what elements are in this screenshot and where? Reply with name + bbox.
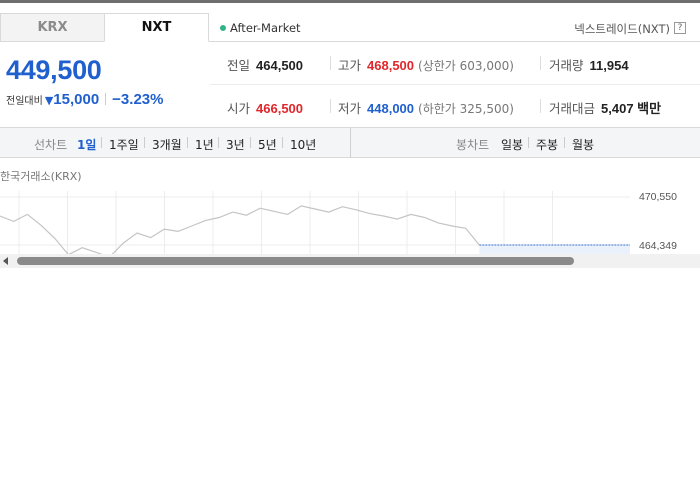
period-10y[interactable]: 10년 (290, 136, 316, 153)
tab-nxt[interactable]: NXT (104, 13, 209, 42)
upper-limit-label: 상한가 (422, 59, 456, 73)
help-icon[interactable]: ? (674, 22, 686, 34)
stat-trade-amount: 거래대금 5,407 백만 (549, 98, 661, 117)
session-label: After-Market (230, 21, 301, 35)
divider (330, 56, 331, 70)
chart-title: 한국거래소(KRX) (0, 170, 82, 183)
stat-open: 시가 466,500 (227, 98, 303, 117)
change-row: 전일대비 ▼15,000 −3.23% (6, 91, 163, 108)
divider (105, 93, 107, 105)
period-1w[interactable]: 1주일 (109, 136, 139, 153)
scroll-left-icon[interactable] (3, 257, 8, 265)
divider (282, 137, 283, 148)
divider (540, 56, 541, 70)
top-border (0, 0, 700, 3)
current-price: 449,500 (6, 55, 102, 85)
stat-volume: 거래량 11,954 (549, 55, 629, 74)
upper-limit-value: 603,000 (459, 59, 510, 73)
stat-value: 11,954 (589, 58, 629, 73)
period-monthly[interactable]: 월봉 (572, 136, 594, 153)
session-status: After-Market (220, 21, 301, 35)
change-percent: −3.23% (112, 91, 164, 108)
candle-chart-label: 봉차트 (456, 138, 490, 152)
divider (144, 137, 145, 148)
stat-label: 고가 (338, 58, 362, 73)
stats-divider (210, 84, 700, 85)
stat-label: 시가 (227, 101, 251, 116)
y-tick-label: 470,550 (639, 191, 677, 203)
session-dot-icon (220, 25, 226, 31)
stat-value: 464,500 (256, 58, 304, 73)
divider (101, 137, 102, 148)
stat-value: 5,407 백만 (601, 101, 662, 116)
stat-value: 466,500 (256, 101, 304, 116)
stat-label: 거래량 (549, 58, 584, 73)
lower-limit-label: 하한가 (422, 102, 456, 116)
stat-prev-close: 전일 464,500 (227, 55, 303, 74)
divider (250, 137, 251, 148)
divider (564, 137, 565, 148)
down-triangle-icon: ▼ (44, 94, 54, 107)
stat-high: 고가 468,500 (상한가 603,000) (338, 58, 514, 73)
exchange-tabs: KRX NXT (0, 13, 209, 42)
tab-krx[interactable]: KRX (0, 13, 105, 42)
tab-underline (209, 41, 700, 42)
stat-label: 저가 (338, 101, 362, 116)
stat-low: 저가 448,000 (하한가 325,500) (338, 101, 514, 116)
price-chart[interactable] (0, 185, 700, 255)
toolbar-divider (350, 128, 351, 158)
change-value: 15,000 (53, 91, 100, 108)
period-weekly[interactable]: 주봉 (536, 136, 558, 153)
stat-value: 448,000 (367, 101, 415, 116)
period-3m[interactable]: 3개월 (152, 136, 182, 153)
period-3y[interactable]: 3년 (226, 136, 245, 153)
line-chart-label: 선차트 (34, 138, 68, 152)
period-5y[interactable]: 5년 (258, 136, 277, 153)
period-daily[interactable]: 일봉 (501, 136, 523, 153)
divider (218, 137, 219, 148)
stat-label: 거래대금 (549, 101, 596, 116)
period-1y[interactable]: 1년 (195, 136, 214, 153)
divider (540, 99, 541, 113)
lower-limit-value: 325,500 (459, 102, 510, 116)
divider (330, 99, 331, 113)
stat-label: 전일 (227, 58, 251, 73)
y-tick-label: 464,349 (639, 240, 677, 252)
chart-scrollbar[interactable] (0, 254, 700, 268)
change-label: 전일대비 (6, 96, 43, 107)
divider (528, 137, 529, 148)
divider (187, 137, 188, 148)
period-1d[interactable]: 1일 (77, 136, 96, 153)
stat-value: 468,500 (367, 58, 415, 73)
scroll-thumb[interactable] (17, 257, 574, 265)
exchange-name: 넥스트레이드(NXT) (574, 22, 670, 36)
